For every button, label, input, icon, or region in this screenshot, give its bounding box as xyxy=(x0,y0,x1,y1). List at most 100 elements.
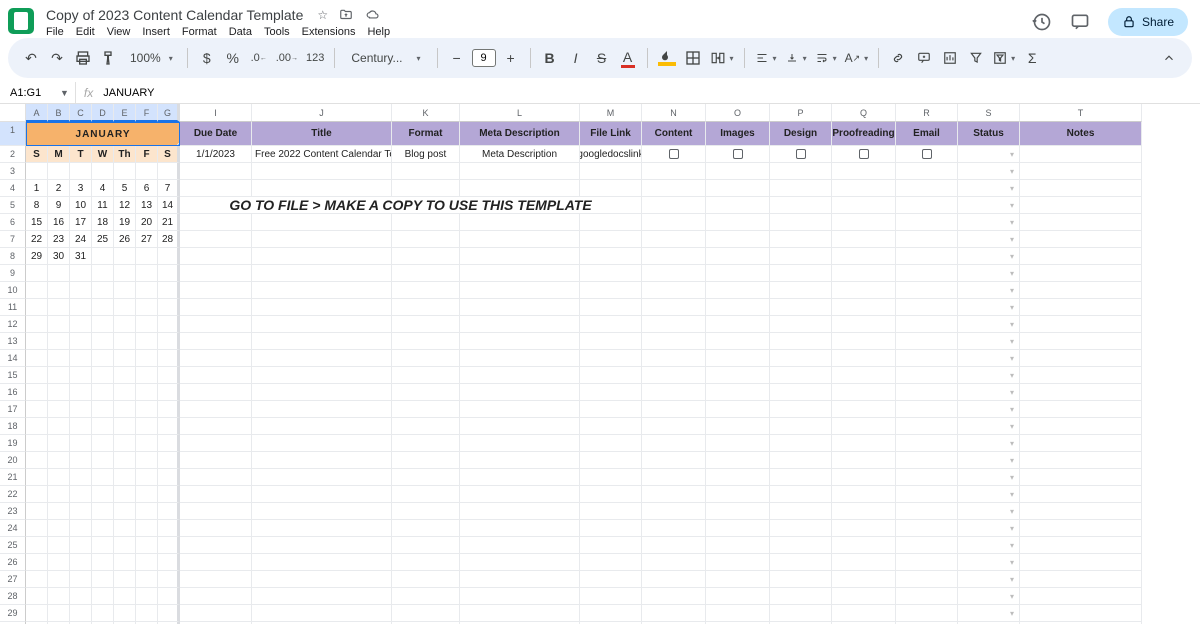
cell[interactable] xyxy=(392,537,460,554)
cal-date[interactable] xyxy=(92,367,114,384)
cell[interactable] xyxy=(642,418,706,435)
dropdown-arrow-icon[interactable]: ▾ xyxy=(1010,371,1016,380)
cell[interactable] xyxy=(832,503,896,520)
day-label[interactable]: T xyxy=(70,146,92,163)
cal-date[interactable]: 20 xyxy=(136,214,158,231)
notes-cell[interactable] xyxy=(1020,435,1142,452)
cal-date[interactable] xyxy=(114,469,136,486)
cell[interactable] xyxy=(392,248,460,265)
cell[interactable] xyxy=(180,435,252,452)
cal-date[interactable]: 27 xyxy=(136,231,158,248)
sample-I[interactable]: 1/1/2023 xyxy=(180,146,252,163)
cal-date[interactable] xyxy=(26,452,48,469)
cal-date[interactable]: 9 xyxy=(48,197,70,214)
text-color-icon[interactable]: A xyxy=(617,46,639,70)
cloud-status-icon[interactable] xyxy=(364,8,382,22)
cell[interactable] xyxy=(392,418,460,435)
cell[interactable] xyxy=(460,384,580,401)
cell[interactable] xyxy=(392,435,460,452)
cal-date[interactable]: 30 xyxy=(48,248,70,265)
cell[interactable] xyxy=(580,214,642,231)
cell[interactable] xyxy=(580,452,642,469)
checkbox[interactable] xyxy=(733,149,743,159)
cal-date[interactable] xyxy=(136,605,158,622)
row-header-23[interactable]: 23 xyxy=(0,503,26,520)
cell[interactable] xyxy=(392,401,460,418)
cell[interactable] xyxy=(180,282,252,299)
cell[interactable] xyxy=(706,418,770,435)
cal-date[interactable]: 7 xyxy=(158,180,180,197)
insert-chart-icon[interactable] xyxy=(939,46,961,70)
cell[interactable] xyxy=(180,452,252,469)
cell[interactable] xyxy=(706,452,770,469)
cal-date[interactable] xyxy=(48,401,70,418)
cell[interactable] xyxy=(832,537,896,554)
cell[interactable] xyxy=(392,367,460,384)
text-rotate-icon[interactable]: A↗ xyxy=(843,46,871,70)
row-header-12[interactable]: 12 xyxy=(0,316,26,333)
cal-date[interactable] xyxy=(158,401,180,418)
cal-date[interactable] xyxy=(158,486,180,503)
cal-date[interactable] xyxy=(136,418,158,435)
cell[interactable] xyxy=(460,452,580,469)
cell[interactable] xyxy=(580,418,642,435)
cal-date[interactable]: 19 xyxy=(114,214,136,231)
cell[interactable] xyxy=(706,197,770,214)
cal-date[interactable] xyxy=(92,418,114,435)
cell[interactable] xyxy=(180,605,252,622)
insert-comment-icon[interactable] xyxy=(913,46,935,70)
cell[interactable] xyxy=(770,503,832,520)
status-cell[interactable]: ▾ xyxy=(958,503,1020,520)
cell[interactable] xyxy=(392,180,460,197)
cal-date[interactable] xyxy=(26,520,48,537)
cal-date[interactable] xyxy=(114,265,136,282)
cell[interactable] xyxy=(642,605,706,622)
status-cell[interactable]: ▾ xyxy=(958,418,1020,435)
notes-cell[interactable] xyxy=(1020,605,1142,622)
cal-date[interactable] xyxy=(158,588,180,605)
cell[interactable] xyxy=(770,214,832,231)
cell[interactable] xyxy=(770,384,832,401)
cell[interactable] xyxy=(896,316,958,333)
header-email[interactable]: Email xyxy=(896,122,958,146)
day-label[interactable]: M xyxy=(48,146,70,163)
cell[interactable] xyxy=(460,248,580,265)
undo-icon[interactable]: ↶ xyxy=(20,46,42,70)
cell[interactable] xyxy=(706,282,770,299)
notes-cell[interactable] xyxy=(1020,180,1142,197)
cal-date[interactable]: 6 xyxy=(136,180,158,197)
cell[interactable] xyxy=(580,605,642,622)
cal-date[interactable] xyxy=(92,537,114,554)
decrease-decimal-icon[interactable]: .0← xyxy=(248,46,270,70)
col-header-J[interactable]: J xyxy=(252,104,392,122)
cell[interactable] xyxy=(832,605,896,622)
dropdown-arrow-icon[interactable]: ▾ xyxy=(1010,286,1016,295)
row-header-26[interactable]: 26 xyxy=(0,554,26,571)
cell[interactable] xyxy=(392,333,460,350)
cal-date[interactable] xyxy=(26,537,48,554)
status-cell[interactable]: ▾ xyxy=(958,197,1020,214)
checkbox-cell[interactable] xyxy=(896,146,958,163)
col-header-P[interactable]: P xyxy=(770,104,832,122)
cal-date[interactable] xyxy=(136,333,158,350)
cal-date[interactable] xyxy=(136,401,158,418)
cal-date[interactable] xyxy=(114,282,136,299)
row-header-16[interactable]: 16 xyxy=(0,384,26,401)
cell[interactable] xyxy=(642,452,706,469)
cell[interactable] xyxy=(706,588,770,605)
cell[interactable] xyxy=(580,316,642,333)
cell[interactable] xyxy=(180,418,252,435)
cell[interactable] xyxy=(642,401,706,418)
cell[interactable] xyxy=(460,537,580,554)
dropdown-arrow-icon[interactable]: ▾ xyxy=(1010,558,1016,567)
cell[interactable] xyxy=(896,163,958,180)
cell[interactable] xyxy=(460,282,580,299)
cal-date[interactable]: 11 xyxy=(92,197,114,214)
cell[interactable] xyxy=(252,180,392,197)
cal-date[interactable] xyxy=(136,350,158,367)
cell[interactable] xyxy=(252,316,392,333)
status-cell[interactable]: ▾ xyxy=(958,452,1020,469)
cell[interactable] xyxy=(642,520,706,537)
row-header-17[interactable]: 17 xyxy=(0,401,26,418)
cell[interactable] xyxy=(392,469,460,486)
